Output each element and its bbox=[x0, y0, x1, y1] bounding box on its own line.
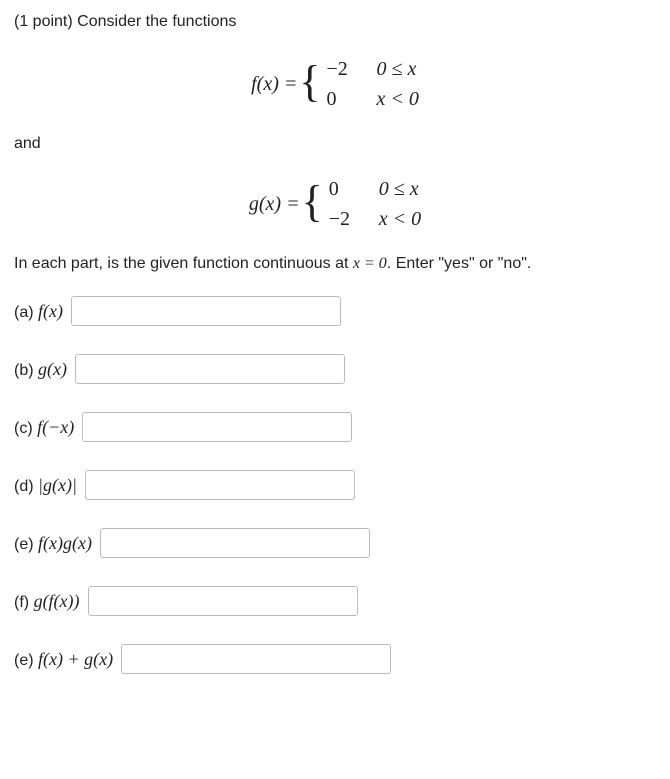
part-g-label: (e) f(x) + g(x) bbox=[14, 646, 113, 673]
instruction: In each part, is the given function cont… bbox=[14, 252, 656, 276]
brace-icon: { bbox=[299, 62, 320, 102]
answer-f[interactable] bbox=[88, 586, 358, 616]
part-e: (e) f(x)g(x) bbox=[14, 528, 656, 558]
part-b: (b) g(x) bbox=[14, 354, 656, 384]
part-c-label: (c) f(−x) bbox=[14, 414, 74, 441]
answer-g[interactable] bbox=[121, 644, 391, 674]
part-g: (e) f(x) + g(x) bbox=[14, 644, 656, 674]
answer-b[interactable] bbox=[75, 354, 345, 384]
answer-d[interactable] bbox=[85, 470, 355, 500]
answer-a[interactable] bbox=[71, 296, 341, 326]
connector-and: and bbox=[14, 132, 656, 156]
part-d: (d) |g(x)| bbox=[14, 470, 656, 500]
g-r2-cond: x < 0 bbox=[379, 204, 421, 234]
g-r1-val: 0 bbox=[329, 174, 379, 204]
part-b-label: (b) g(x) bbox=[14, 356, 67, 383]
intro-text: Consider the functions bbox=[77, 13, 236, 30]
brace-icon: { bbox=[302, 182, 323, 222]
answer-e[interactable] bbox=[100, 528, 370, 558]
part-f-label: (f) g(f(x)) bbox=[14, 588, 80, 615]
problem-header: (1 point) Consider the functions bbox=[14, 10, 656, 34]
f-r1-val: −2 bbox=[327, 54, 377, 84]
instruction-var: x = 0 bbox=[353, 255, 387, 272]
part-d-label: (d) |g(x)| bbox=[14, 472, 77, 499]
instruction-pre: In each part, is the given function cont… bbox=[14, 255, 353, 272]
f-r1-cond: 0 ≤ x bbox=[377, 54, 417, 84]
instruction-post: . Enter "yes" or "no". bbox=[387, 255, 532, 272]
part-a: (a) f(x) bbox=[14, 296, 656, 326]
g-r2-val: −2 bbox=[329, 204, 379, 234]
f-r2-cond: x < 0 bbox=[377, 84, 419, 114]
part-f: (f) g(f(x)) bbox=[14, 586, 656, 616]
part-a-label: (a) f(x) bbox=[14, 298, 63, 325]
f-r2-val: 0 bbox=[327, 84, 377, 114]
g-left: g(x) = bbox=[249, 189, 300, 219]
f-left: f(x) = bbox=[251, 69, 297, 99]
equation-g: g(x) = { 0 0 ≤ x −2 x < 0 bbox=[14, 174, 656, 234]
answer-c[interactable] bbox=[82, 412, 352, 442]
equation-f: f(x) = { −2 0 ≤ x 0 x < 0 bbox=[14, 54, 656, 114]
part-c: (c) f(−x) bbox=[14, 412, 656, 442]
g-r1-cond: 0 ≤ x bbox=[379, 174, 419, 204]
points-label: (1 point) bbox=[14, 13, 73, 30]
part-e-label: (e) f(x)g(x) bbox=[14, 530, 92, 557]
